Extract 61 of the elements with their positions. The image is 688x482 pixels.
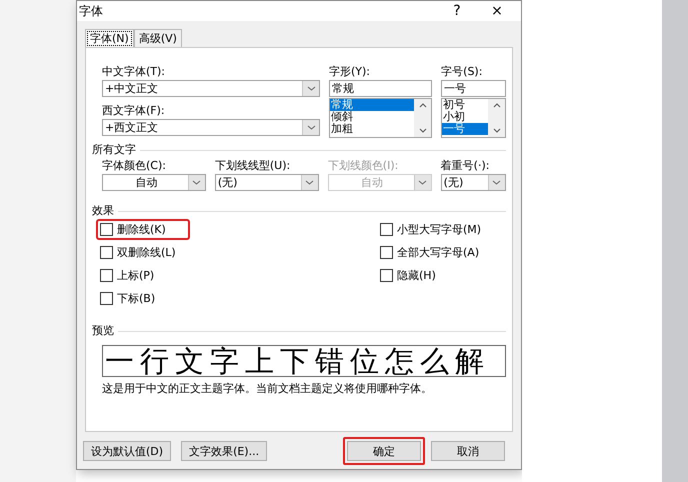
chevron-down-icon[interactable] [306,86,316,91]
preview-text: 一行文字上下错位怎么解 [104,346,490,376]
field-label: 着重号(·): [440,158,490,174]
dialog-button[interactable]: 取消 [431,441,506,461]
scroll-down-icon[interactable] [418,128,427,133]
action-button[interactable]: 设为默认值(D) [83,441,172,461]
close-button[interactable]: × [477,3,517,19]
checkbox-label: 删除线(K) [117,222,166,237]
window-title: 字体 [79,2,104,20]
field-label: 下划线线型(U): [214,158,292,174]
preview-description: 这是用于中文的正文主题字体。当前文档主题定义将使用哪种字体。 [102,381,433,396]
tab[interactable]: 高级(V) [134,29,182,48]
scroll-down-icon[interactable] [492,128,500,133]
checkbox-label: 双删除线(L) [117,245,176,260]
checkbox-label: 小型大写字母(M) [397,222,482,237]
checkbox-label: 隐藏(H) [397,268,436,283]
checkbox[interactable] [100,269,113,282]
field-label: 中文字体(T): [102,64,166,80]
help-button[interactable]: ? [437,3,477,19]
scroll-up-icon[interactable] [492,103,500,108]
checkbox[interactable] [380,269,393,282]
list-option[interactable]: 常规 [330,99,414,111]
tab[interactable]: 字体(N) [85,29,134,48]
list-box[interactable]: 初号 小初 一号 [441,98,506,138]
dialog-button[interactable]: 确定 [347,441,422,461]
checkbox[interactable] [380,246,393,259]
field-label: 西文字体(F): [102,103,166,119]
scroll-up-icon[interactable] [418,103,427,108]
list-option[interactable]: 小初 [442,111,488,123]
list-option[interactable]: 一号 [442,123,488,135]
checkbox-label: 全部大写字母(A) [397,245,480,260]
dropdown[interactable]: (无) [214,174,319,191]
checkbox[interactable] [380,223,393,236]
field-label: 字体颜色(C): [102,158,167,174]
chevron-down-icon[interactable] [492,180,502,185]
checkbox[interactable] [100,223,113,236]
checkbox-label: 上标(P) [117,268,154,283]
section-heading: 效果 [92,203,114,219]
dropdown[interactable]: 自动 [102,174,206,191]
checkbox-label: 下标(B) [117,291,156,306]
field-label: 下划线颜色(I): [328,158,400,174]
input-field[interactable]: 常规 [329,80,432,97]
checkbox[interactable] [100,246,113,259]
list-option[interactable]: 加粗 [330,123,414,135]
section-heading: 所有文字 [92,142,136,158]
action-button[interactable]: 文字效果(E)... [181,441,268,461]
chevron-down-icon[interactable] [305,180,314,185]
list-option[interactable]: 倾斜 [330,111,414,123]
list-option[interactable]: 初号 [442,99,488,111]
chevron-down-icon[interactable] [306,125,316,130]
section-heading: 预览 [92,323,114,339]
list-box[interactable]: 常规 倾斜 加粗 [329,98,432,138]
chevron-down-icon[interactable] [192,180,202,185]
dropdown[interactable]: +西文正文 [102,119,320,136]
input-field[interactable]: 一号 [441,80,506,97]
checkbox[interactable] [100,292,113,305]
dropdown[interactable]: +中文正文 [102,80,320,97]
field-label: 字号(S): [441,64,484,80]
dropdown[interactable]: (无) [440,174,506,191]
chevron-down-icon[interactable] [418,180,428,185]
field-label: 字形(Y): [329,64,372,80]
